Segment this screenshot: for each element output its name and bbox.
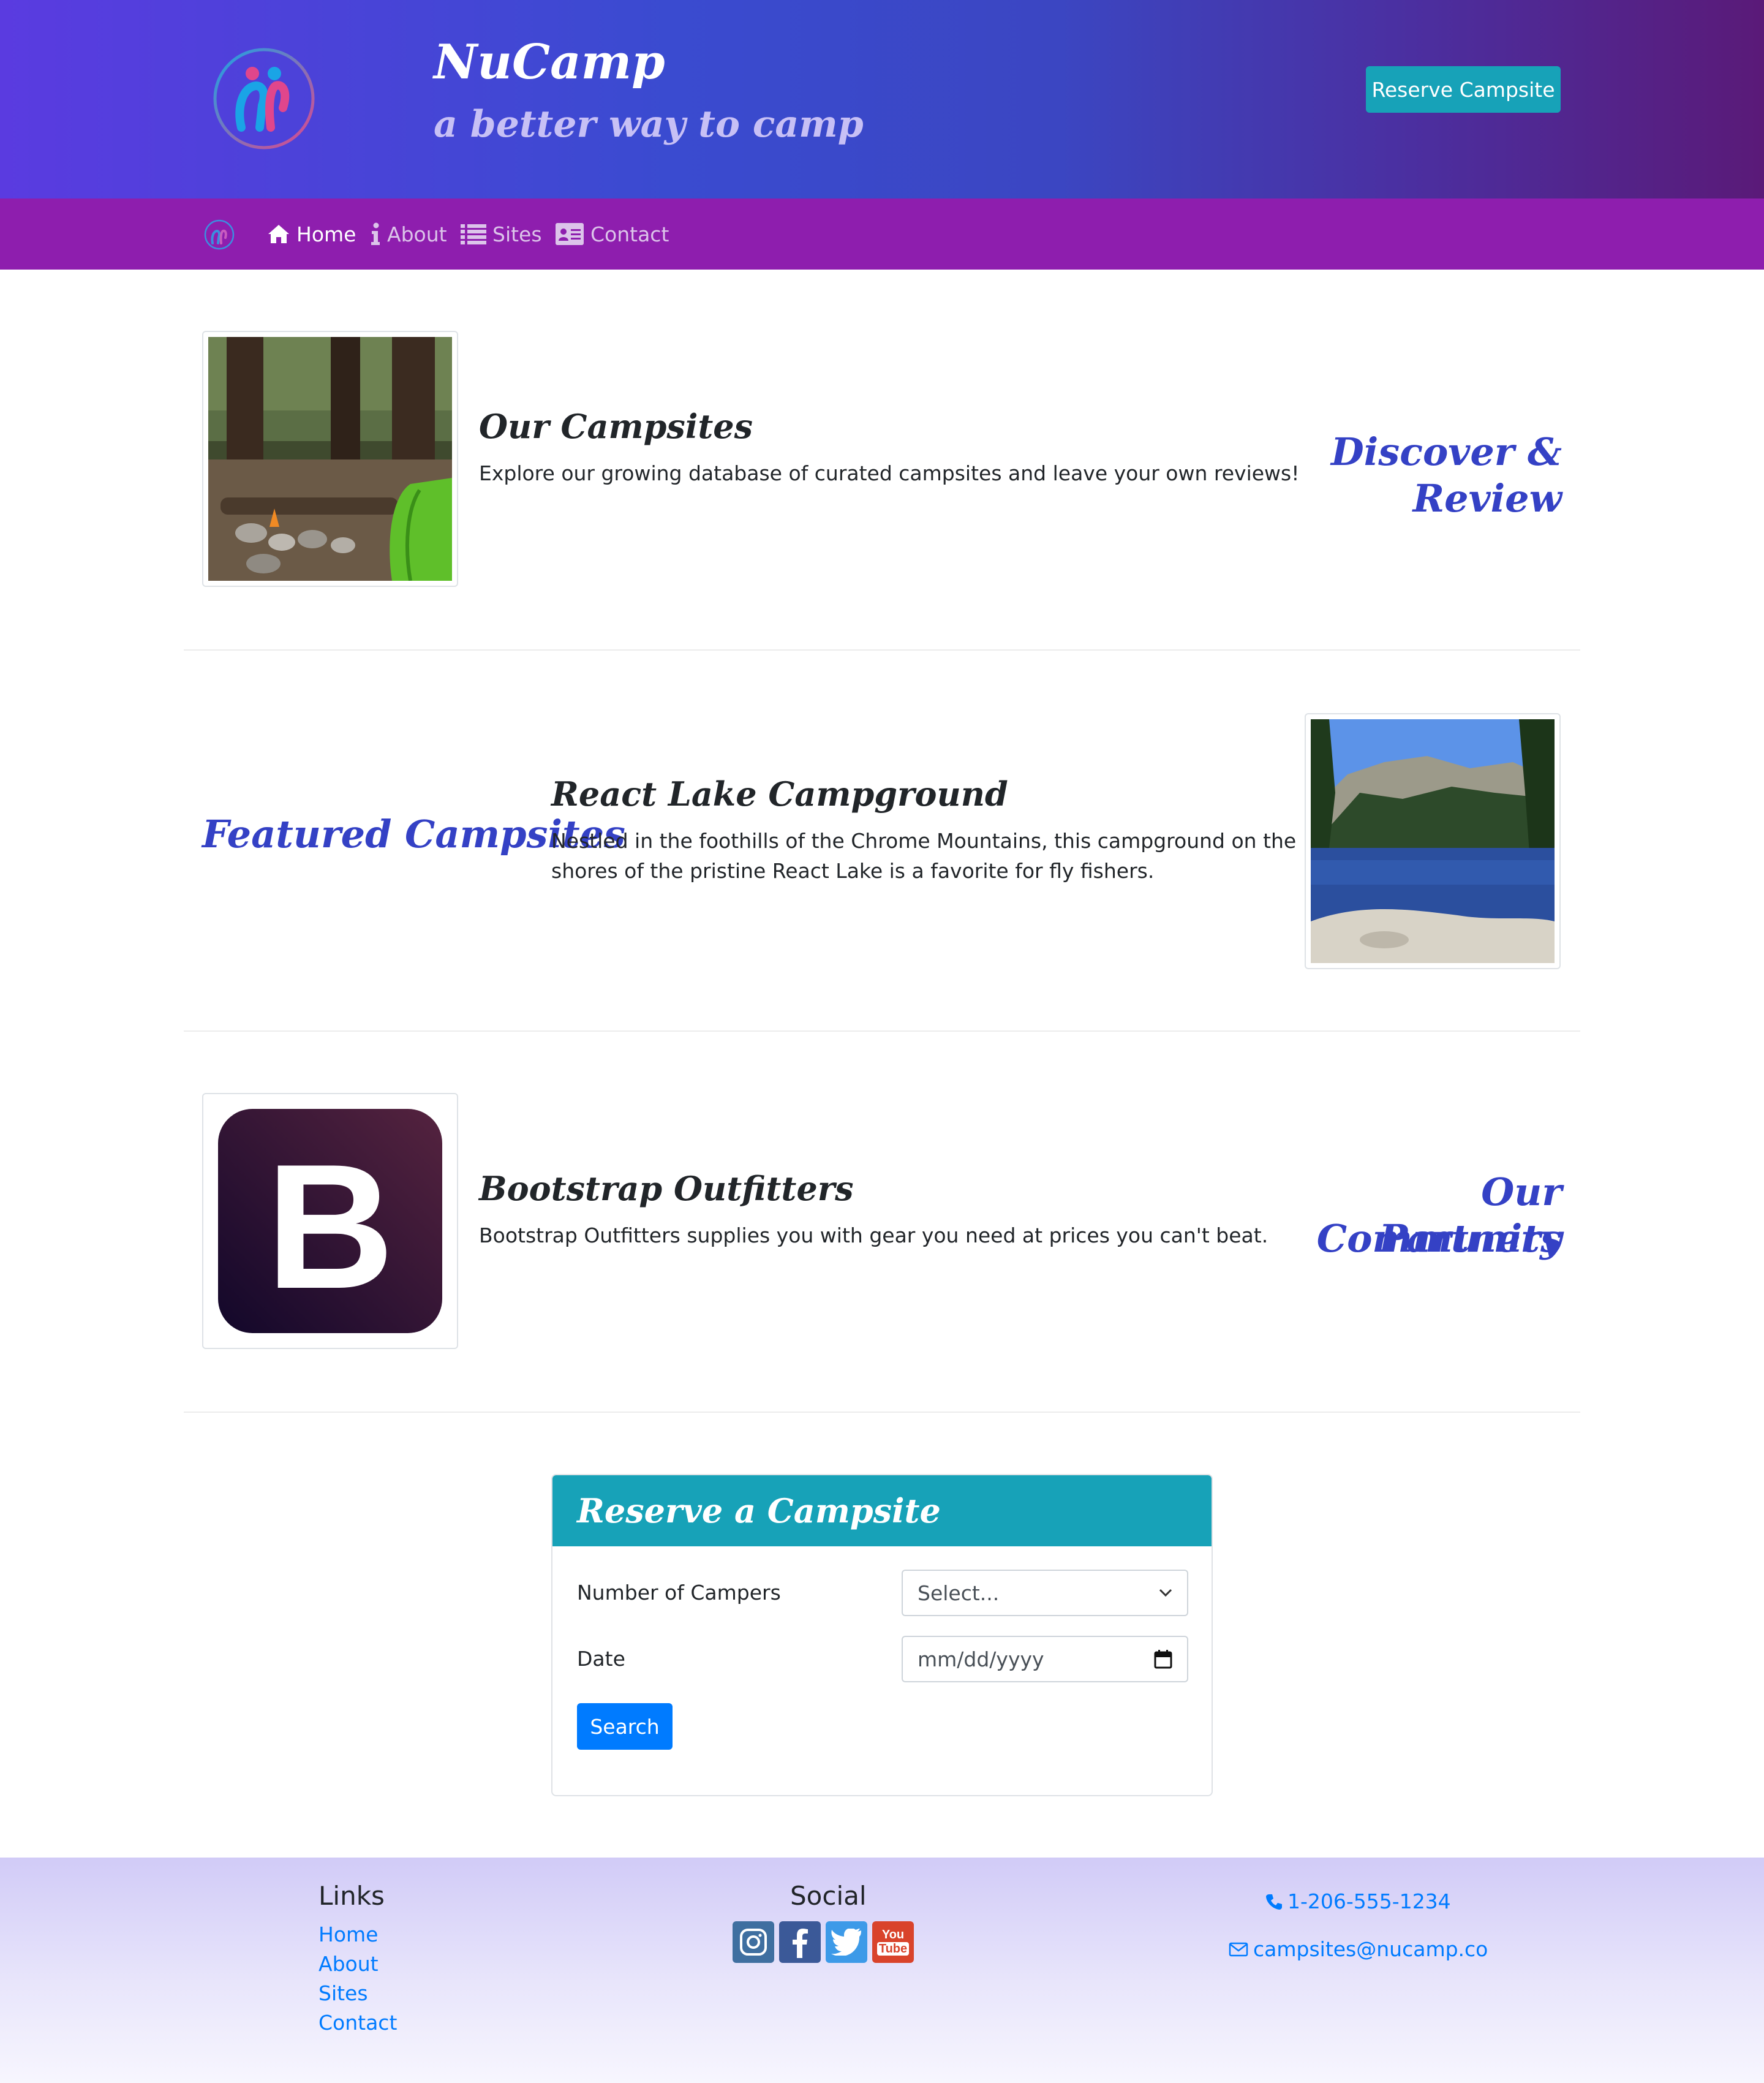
date-label: Date: [577, 1647, 625, 1671]
site-footer: Links Home About Sites Contact Social Yo…: [0, 1858, 1764, 2083]
campsites-image: [202, 331, 458, 587]
phone-icon: [1266, 1894, 1282, 1910]
bootstrap-outfitters-image: B: [202, 1093, 458, 1349]
nav-logo-icon[interactable]: [203, 219, 235, 251]
address-card-icon: [556, 223, 584, 245]
svg-text:B: B: [266, 1127, 394, 1326]
section-text-campsites: Explore our growing database of curated …: [479, 461, 1300, 485]
date-input[interactable]: mm/dd/yyyy: [902, 1636, 1188, 1682]
nav-home-label: Home: [296, 222, 356, 246]
list-icon: [461, 224, 486, 244]
brand-subtitle: a better way to camp: [434, 103, 864, 146]
main-navbar: Home About Sites Contact: [0, 198, 1764, 270]
footer-link-home[interactable]: Home: [318, 1922, 378, 1946]
footer-link-sites[interactable]: Sites: [318, 1981, 368, 2005]
section-text-react-lake-line2: shores of the pristine React Lake is a f…: [551, 859, 1155, 883]
section-title-bootstrap: Bootstrap Outfitters: [479, 1169, 854, 1208]
reserve-card-title: Reserve a Campsite: [552, 1475, 1212, 1546]
facebook-icon[interactable]: [779, 1921, 821, 1963]
bootstrap-logo: B: [218, 1109, 442, 1333]
twitter-icon[interactable]: [826, 1921, 867, 1963]
home-icon: [268, 225, 289, 243]
campers-select[interactable]: Select...: [902, 1570, 1188, 1616]
section-divider: [184, 1412, 1580, 1413]
calendar-icon[interactable]: [1154, 1649, 1172, 1669]
campers-label: Number of Campers: [577, 1581, 781, 1605]
campers-select-value: Select...: [918, 1581, 1000, 1605]
section-title-react-lake: React Lake Campground: [551, 774, 1008, 814]
chevron-down-icon: [1159, 1589, 1172, 1597]
nav-sites-label: Sites: [492, 222, 542, 246]
section-side-discover: Discover & Review: [1330, 429, 1562, 521]
section-title-campsites: Our Campsites: [479, 407, 753, 446]
nav-sites[interactable]: Sites: [461, 217, 542, 251]
footer-link-contact[interactable]: Contact: [318, 2011, 397, 2035]
youtube-icon[interactable]: You Tube: [872, 1921, 914, 1963]
campfire-forest-photo: [208, 337, 452, 581]
date-input-value: mm/dd/yyyy: [918, 1647, 1044, 1671]
instagram-icon[interactable]: [733, 1921, 774, 1963]
footer-phone-text: 1-206-555-1234: [1287, 1889, 1451, 1913]
footer-phone-link[interactable]: 1-206-555-1234: [1265, 1889, 1451, 1913]
nav-home[interactable]: Home: [267, 217, 356, 251]
search-button[interactable]: Search: [577, 1703, 673, 1750]
nav-about-label: About: [387, 222, 447, 246]
footer-social-heading: Social: [790, 1881, 867, 1911]
react-lake-image: [1305, 713, 1561, 969]
footer-email-text: campsites@nucamp.co: [1253, 1937, 1488, 1961]
info-icon: [371, 222, 380, 245]
nav-about[interactable]: About: [370, 217, 447, 251]
nav-contact-label: Contact: [590, 222, 669, 246]
site-header: NuCamp a better way to camp Reserve Camp…: [0, 0, 1764, 198]
footer-link-about[interactable]: About: [318, 1952, 379, 1976]
section-text-bootstrap: Bootstrap Outfitters supplies you with g…: [479, 1223, 1268, 1247]
lake-photo: [1311, 719, 1555, 963]
section-side-partners-line2: Partners: [1379, 1216, 1562, 1261]
reserve-card: Reserve a Campsite Number of Campers Sel…: [551, 1474, 1213, 1796]
section-divider: [184, 1030, 1580, 1032]
nucamp-logo: [213, 48, 315, 149]
youtube-icon-label-line1: You: [881, 1928, 905, 1941]
nav-contact[interactable]: Contact: [555, 217, 669, 251]
footer-email-link[interactable]: campsites@nucamp.co: [1229, 1937, 1488, 1961]
youtube-icon-label-line2: Tube: [876, 1942, 910, 1956]
envelope-icon: [1229, 1942, 1248, 1956]
brand-title: NuCamp: [434, 34, 665, 90]
reserve-campsite-button[interactable]: Reserve Campsite: [1366, 66, 1561, 113]
section-text-react-lake-line1: Nestled in the foothills of the Chrome M…: [551, 829, 1297, 853]
section-divider: [184, 649, 1580, 651]
footer-links-heading: Links: [318, 1881, 385, 1911]
